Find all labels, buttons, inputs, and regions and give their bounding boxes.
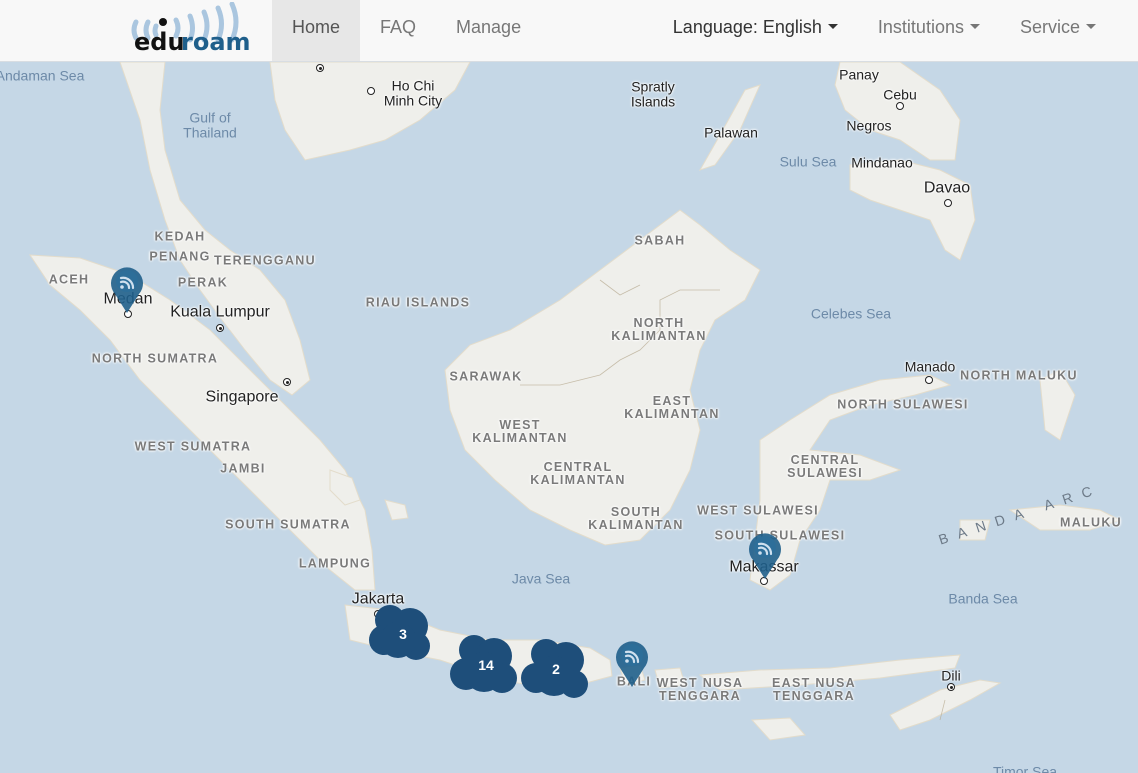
navbar: edu roam Home FAQ Manage Language: Engli… [0,0,1138,62]
svg-text:edu: edu [134,28,185,56]
city-label-ho-chi-minh: Ho Chi Minh City [383,77,443,108]
sea-label-java: Java Sea [511,570,571,587]
sea-label-sulu: Sulu Sea [779,153,837,170]
caret-down-icon [827,23,838,29]
region-label: TERENGGANU [214,253,316,268]
city-dot [944,199,952,207]
region-label: RIAU ISLANDS [365,295,471,310]
wifi-icon [749,533,781,579]
nav-home[interactable]: Home [272,0,361,61]
city-label-kuala-lumpur: Kuala Lumpur [170,303,270,321]
language-dropdown[interactable]: Language: English [653,0,858,61]
cluster-marker[interactable]: 14 [450,634,522,696]
map[interactable]: Ho ChiMinh City Kuala Lumpur Singapore M… [0,62,1138,773]
eduroam-logo[interactable]: edu roam [128,2,260,58]
region-label: SARAWAK [449,369,523,384]
region-label: NORTH KALIMANTAN [611,315,707,343]
region-label: CENTRAL SULAWESI [787,452,863,480]
eduroam-location-pin[interactable] [747,530,783,580]
service-dropdown[interactable]: Service [1000,0,1116,61]
region-label: EAST KALIMANTAN [624,393,720,421]
caret-down-icon [969,23,980,29]
island-label-negros: Negros [846,117,892,134]
region-label: SOUTH SUMATRA [225,517,351,532]
region-label: KEDAH [154,229,206,244]
cluster-marker[interactable]: 2 [520,638,592,700]
region-label: PERAK [177,275,229,290]
capital-dot [316,64,324,72]
svg-text:roam: roam [181,28,251,56]
caret-down-icon [1086,23,1096,29]
city-label-manado: Manado [904,358,956,375]
institutions-dropdown[interactable]: Institutions [858,0,1000,61]
city-label-singapore: Singapore [205,388,279,406]
secondary-nav: Language: English Institutions Service [653,0,1116,61]
nav-manage[interactable]: Manage [436,0,541,61]
region-label: WEST NUSA TENGGARA [656,675,744,703]
island-label-palawan: Palawan [704,124,758,141]
sea-label-celebes: Celebes Sea [810,305,892,322]
sea-label-timor: Timor Sea [992,763,1058,773]
cluster-count: 14 [478,657,494,673]
main-nav: Home FAQ Manage [272,0,541,61]
region-label: NORTH MALUKU [960,368,1078,383]
institutions-label: Institutions [877,17,964,37]
region-label: MALUKU [1060,515,1122,530]
city-label-cebu: Cebu [883,86,917,103]
region-label: NORTH SULAWESI [837,397,969,412]
sea-label-gulf-of-thailand: Gulf of Thailand [183,109,237,140]
island-label-mindanao: Mindanao [851,154,913,171]
capital-dot [216,324,224,332]
capital-dot [947,683,955,691]
service-label: Service [1019,17,1080,37]
region-label: WEST SULAWESI [697,503,819,518]
region-label: PENANG [149,249,211,264]
region-label: CENTRAL KALIMANTAN [530,459,626,487]
region-label: ACEH [48,272,90,287]
city-dot [925,376,933,384]
eduroam-location-pin[interactable] [614,638,650,688]
cluster-count: 3 [399,626,407,642]
nav-faq[interactable]: FAQ [360,0,436,61]
capital-dot [283,378,291,386]
city-label-dili: Dili [941,667,961,684]
cluster-marker[interactable]: 3 [368,604,438,664]
eduroam-location-pin[interactable] [109,264,145,314]
sea-label-andaman: Andaman Sea [0,67,85,84]
region-label: NORTH SUMATRA [91,351,219,366]
region-label: SABAH [634,233,686,248]
region-label: LAMPUNG [298,556,372,571]
region-label: SOUTH KALIMANTAN [588,504,684,532]
language-label: Language: English [672,17,822,37]
island-label-panay: Panay [839,66,879,83]
city-dot [896,102,904,110]
wifi-icon [616,641,648,687]
region-label: EAST NUSA TENGGARA [772,675,856,703]
cluster-count: 2 [552,661,560,677]
island-label-spratly: Spratly Islands [630,78,676,109]
region-label: WEST SUMATRA [134,439,252,454]
wifi-icon [111,267,143,313]
city-label-davao: Davao [923,179,971,197]
city-dot [367,87,375,95]
sea-label-banda: Banda Sea [948,590,1018,607]
region-label: JAMBI [220,461,266,476]
region-label: WEST KALIMANTAN [472,417,568,445]
